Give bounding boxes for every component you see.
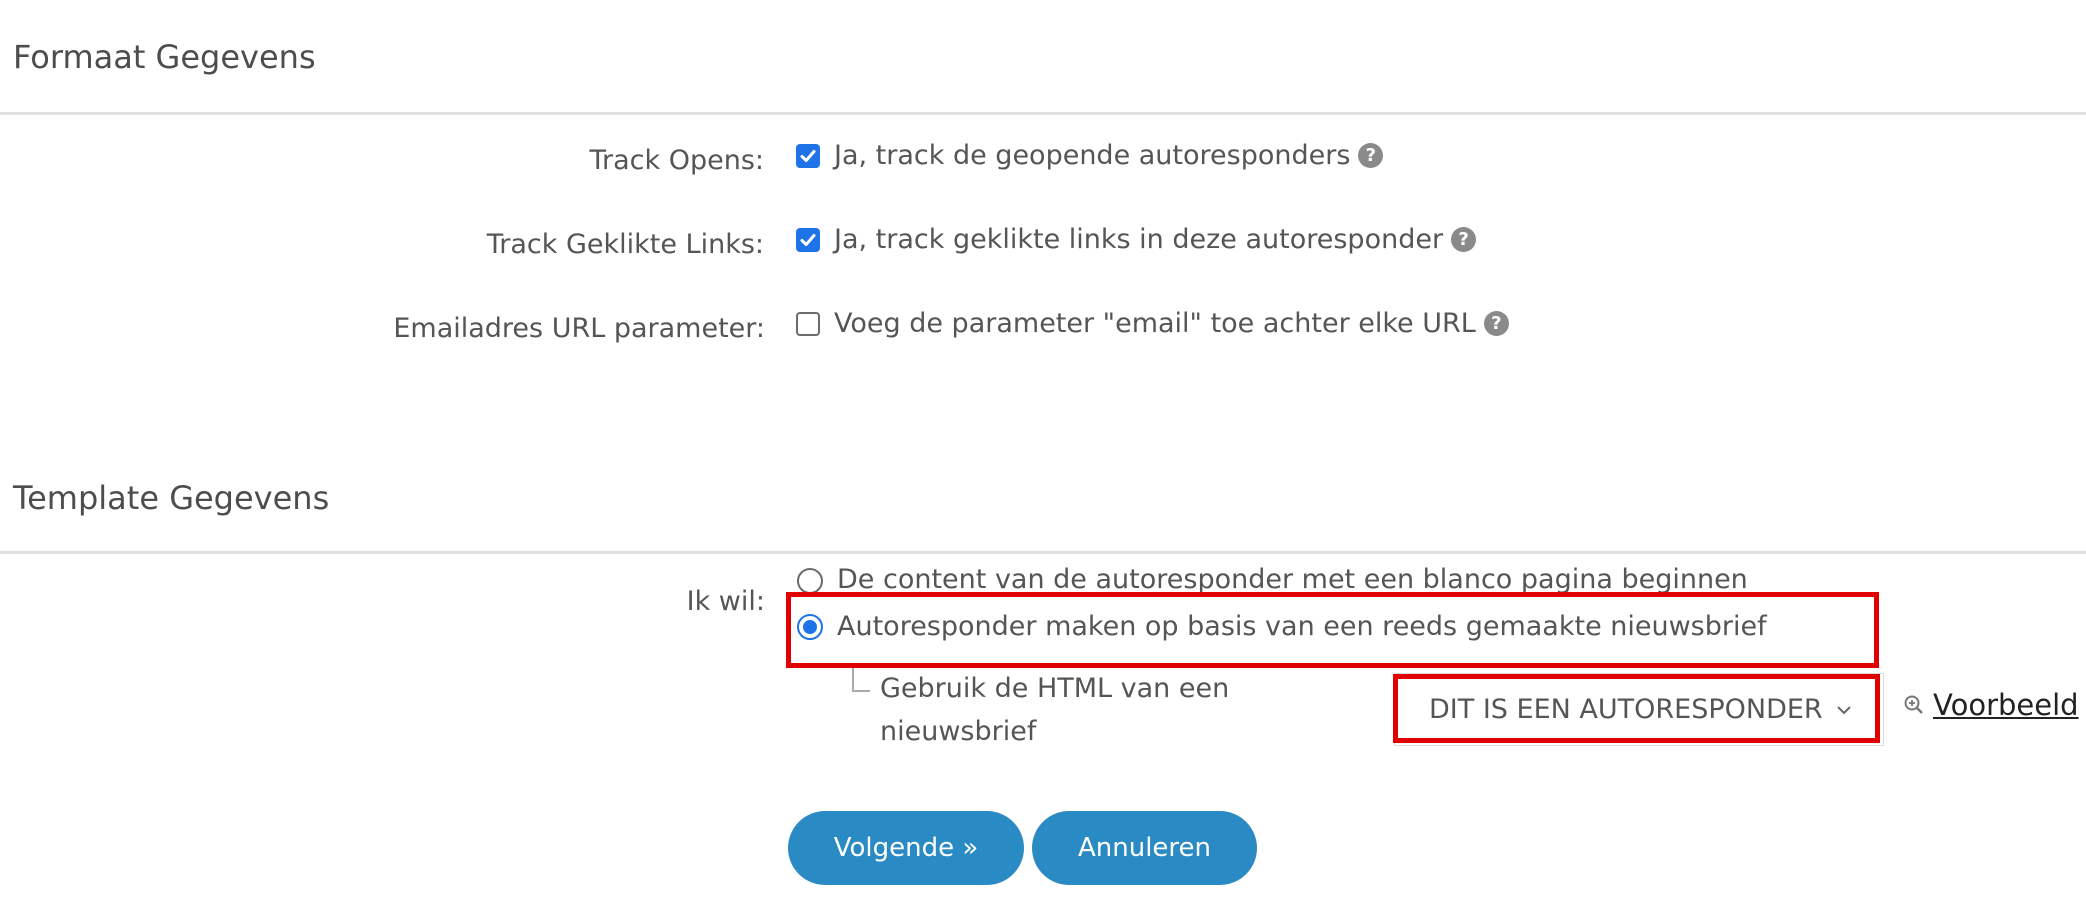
radio-button[interactable] (797, 568, 823, 594)
track-links-option[interactable]: Ja, track geklikte links in deze autores… (796, 224, 1477, 255)
ik-wil-label: Ik wil: (686, 586, 765, 617)
question-circle-icon[interactable]: ? (1483, 311, 1509, 336)
cancel-button[interactable]: Annuleren (1032, 811, 1257, 885)
email-param-option-label: Voeg de parameter "email" toe achter elk… (834, 308, 1476, 339)
template-section-divider (0, 551, 2086, 554)
template-section-title: Template Gegevens (13, 479, 330, 517)
track-links-option-label: Ja, track geklikte links in deze autores… (834, 224, 1444, 255)
question-circle-icon[interactable]: ? (1358, 143, 1384, 168)
check-icon (800, 233, 816, 246)
highlight-box-select (1393, 674, 1880, 743)
radio-option-label: De content van de autoresponder met een … (837, 564, 1748, 595)
format-section-title: Formaat Gegevens (13, 38, 316, 76)
next-button[interactable]: Volgende » (788, 811, 1024, 885)
format-section-divider (0, 112, 2086, 115)
check-icon (800, 149, 816, 162)
email-param-option[interactable]: Voeg de parameter "email" toe achter elk… (796, 308, 1509, 339)
track-opens-checkbox[interactable] (796, 143, 820, 168)
preview-link-label: Voorbeeld (1933, 688, 2079, 722)
track-links-checkbox[interactable] (796, 227, 820, 252)
track-opens-option[interactable]: Ja, track de geopende autoresponders ? (796, 140, 1384, 171)
zoom-in-icon (1904, 695, 1923, 714)
question-circle-icon[interactable]: ? (1451, 227, 1477, 252)
email-param-label: Emailadres URL parameter: (393, 313, 765, 344)
track-opens-label: Track Opens: (589, 145, 764, 176)
track-links-label: Track Geklikte Links: (486, 229, 764, 260)
tree-connector (852, 668, 870, 692)
preview-link[interactable]: Voorbeeld (1903, 688, 2079, 722)
newsletter-html-label: Gebruik de HTML van een nieuwsbrief (880, 673, 1230, 747)
track-opens-option-label: Ja, track de geopende autoresponders (834, 140, 1351, 171)
highlight-box-radio (786, 592, 1879, 668)
email-param-checkbox[interactable] (796, 311, 820, 336)
